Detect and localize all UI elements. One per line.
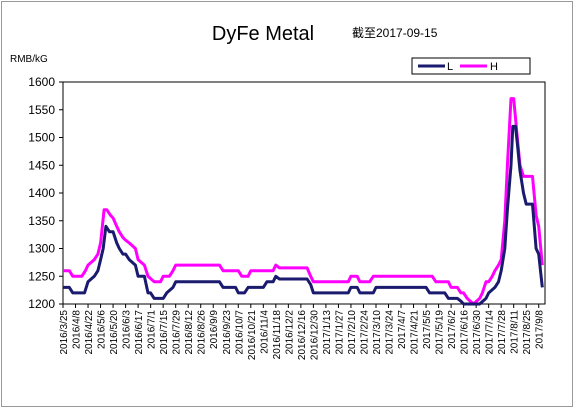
x-tick-label: 2016/3/25: [59, 310, 70, 355]
chart: DyFe Metal 截至2017-09-15 RMB/kG 120012501…: [10, 23, 546, 360]
x-tick-label: 2017/5/19: [435, 310, 446, 355]
x-tick-label: 2016/10/21: [247, 310, 258, 360]
legend-label-h: H: [490, 61, 498, 73]
y-tick-label: 1600: [28, 75, 55, 89]
x-tick-label: 2016/7/15: [159, 310, 170, 355]
x-tick-label: 2017/2/10: [347, 310, 358, 355]
x-tick-label: 2016/9/23: [222, 310, 233, 355]
x-tick-label: 2016/8/12: [184, 310, 195, 355]
x-tick-label: 2016/9/9: [209, 310, 220, 349]
x-tick-label: 2016/8/26: [197, 310, 208, 355]
x-tick-label: 2016/7/29: [172, 310, 183, 355]
x-tick-label: 2016/10/7: [234, 310, 245, 355]
y-tick-label: 1400: [28, 186, 55, 200]
x-tick-label: 2016/7/1: [147, 310, 158, 349]
x-tick-label: 2017/4/21: [410, 310, 421, 355]
y-axis-label: RMB/kG: [10, 54, 48, 65]
y-tick-label: 1250: [28, 269, 55, 283]
x-tick-label: 2017/4/7: [397, 310, 408, 349]
y-tick-label: 1550: [28, 103, 55, 117]
x-axis: 2016/3/25 2016/4/8 2016/4/22 2016/5/6 2016/5…: [59, 304, 546, 360]
y-tick-label: 1450: [28, 158, 55, 172]
x-tick-label: 2016/11/18: [272, 310, 283, 360]
x-tick-label: 2016/12/2: [284, 310, 295, 355]
x-tick-label: 2017/6/30: [472, 310, 483, 355]
x-tick-label: 2016/11/4: [259, 310, 270, 354]
x-tick-label: 2016/12/16: [297, 310, 308, 360]
x-tick-label: 2017/5/5: [422, 310, 433, 349]
y-tick-label: 1200: [28, 297, 55, 311]
x-tick-label: 2017/6/2: [447, 310, 458, 349]
y-tick-label: 1300: [28, 242, 55, 256]
x-tick-label: 2017/8/11: [510, 310, 521, 354]
x-tick-label: 2016/6/17: [134, 310, 145, 355]
x-tick-label: 2017/6/16: [460, 310, 471, 355]
x-tick-label: 2017/2/24: [359, 310, 370, 355]
x-tick-label: 2017/7/14: [485, 310, 496, 355]
x-tick-label: 2016/4/8: [72, 310, 83, 349]
legend-label-l: L: [447, 61, 453, 73]
x-tick-label: 2016/5/20: [109, 310, 120, 355]
x-tick-label: 2016/5/6: [97, 310, 108, 349]
x-tick-label: 2017/3/10: [372, 310, 383, 355]
x-tick-label: 2017/9/8: [535, 310, 546, 349]
x-tick-label: 2016/12/30: [309, 310, 320, 360]
x-tick-label: 2017/7/28: [497, 310, 508, 355]
y-tick-label: 1500: [28, 131, 55, 145]
x-tick-label: 2016/6/3: [122, 310, 133, 349]
legend: L H: [411, 57, 531, 75]
chart-subtitle: 截至2017-09-15: [352, 26, 438, 40]
y-axis: 1200 1250 1300 1350 1400 1450 1500 1550 1600: [28, 75, 63, 311]
x-tick-label: 2017/8/25: [522, 310, 533, 355]
x-tick-label: 2017/3/24: [385, 310, 396, 355]
y-tick-label: 1350: [28, 214, 55, 228]
x-tick-label: 2017/1/27: [334, 310, 345, 355]
x-tick-label: 2017/1/13: [322, 310, 333, 355]
x-tick-label: 2016/4/22: [84, 310, 95, 355]
chart-title: DyFe Metal: [212, 23, 314, 45]
